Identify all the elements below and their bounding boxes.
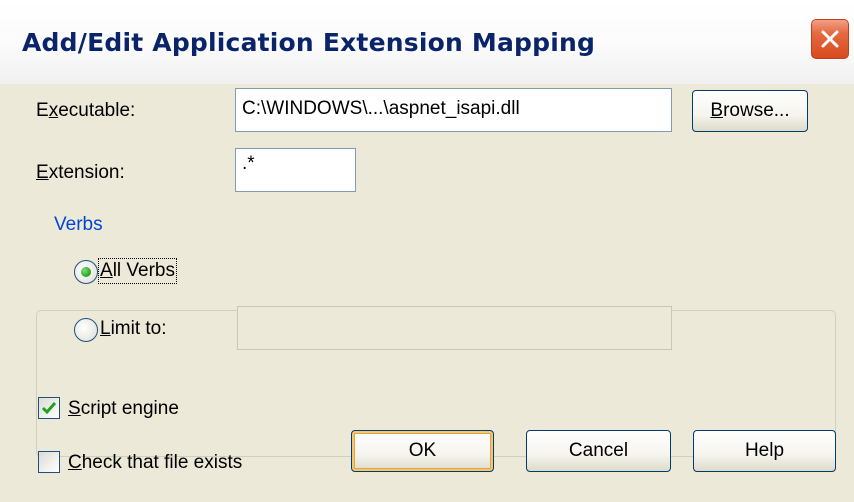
check-file-exists-label[interactable]: Check that file exists [68,452,242,474]
checkmark-icon [41,402,57,415]
extension-value: .* [242,153,255,174]
check-file-exists-checkbox[interactable] [38,451,60,473]
executable-value: C:\WINDOWS\...\aspnet_isapi.dll [242,98,520,119]
all-verbs-label[interactable]: All Verbs [98,258,177,284]
verbs-group-label: Verbs [50,214,107,236]
dialog-window: Add/Edit Application Extension Mapping E… [0,0,854,502]
script-engine-label[interactable]: Script engine [68,398,179,420]
help-button[interactable]: Help [693,430,836,472]
dialog-title: Add/Edit Application Extension Mapping [22,28,596,57]
limit-to-radio[interactable] [74,318,98,342]
title-bar[interactable]: Add/Edit Application Extension Mapping [0,0,854,85]
limit-to-input[interactable] [237,306,672,350]
cancel-button[interactable]: Cancel [526,430,671,472]
extension-input[interactable]: .* [235,148,356,192]
dialog-body: Executable: C:\WINDOWS\...\aspnet_isapi.… [0,84,854,502]
all-verbs-radio[interactable] [74,260,98,284]
radio-selected-dot [81,267,91,277]
limit-to-label[interactable]: Limit to: [100,318,167,340]
close-button[interactable] [810,18,850,60]
ok-button[interactable]: OK [351,430,494,472]
close-icon [821,30,839,48]
script-engine-checkbox[interactable] [38,397,60,419]
extension-label: Extension: [36,162,125,183]
browse-button[interactable]: Browse... [692,90,808,132]
executable-input[interactable]: C:\WINDOWS\...\aspnet_isapi.dll [235,88,672,132]
executable-label: Executable: [36,100,136,121]
